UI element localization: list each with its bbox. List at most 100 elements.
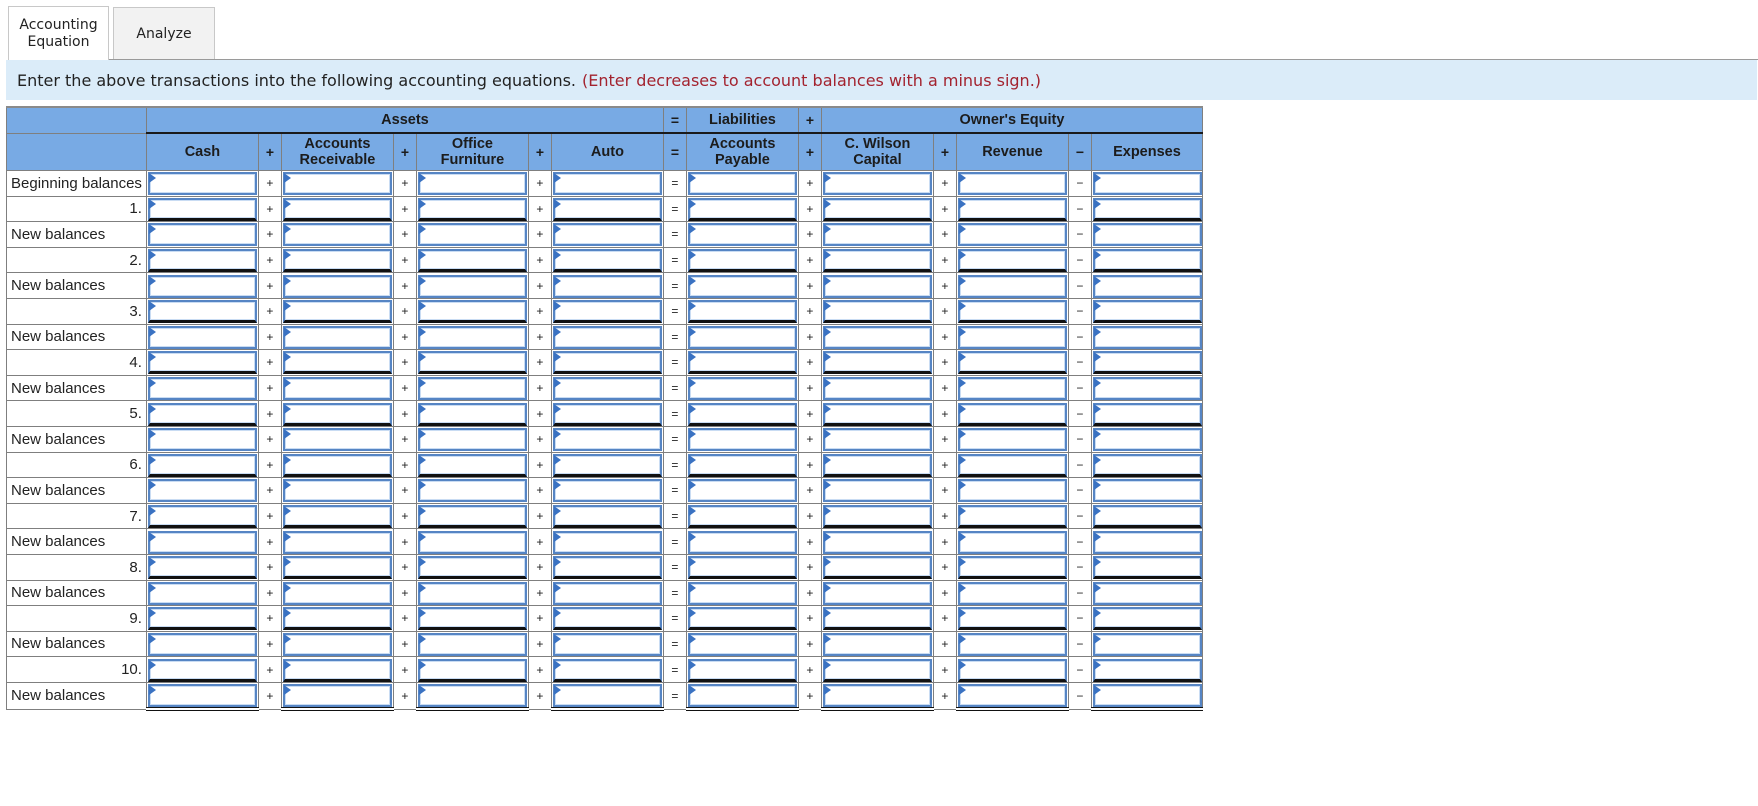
amount-field-revenue[interactable]	[957, 453, 1067, 477]
amount-field-auto[interactable]	[552, 249, 662, 273]
amount-input[interactable]	[1094, 327, 1200, 347]
amount-field-accounts-receivable[interactable]	[282, 377, 392, 401]
amount-field-office-furniture[interactable]	[417, 684, 527, 708]
amount-input[interactable]	[824, 686, 930, 706]
amount-field-cash[interactable]	[147, 658, 257, 682]
amount-field-accounts-payable[interactable]	[687, 581, 797, 605]
amount-input[interactable]	[689, 327, 795, 347]
amount-input[interactable]	[554, 327, 660, 347]
amount-field-revenue[interactable]	[957, 428, 1067, 452]
amount-input[interactable]	[554, 199, 660, 218]
amount-input[interactable]	[554, 379, 660, 399]
amount-input[interactable]	[824, 532, 930, 552]
amount-field-accounts-payable[interactable]	[687, 428, 797, 452]
amount-field-accounts-receivable[interactable]	[282, 300, 392, 324]
amount-field-auto[interactable]	[552, 684, 662, 708]
amount-input[interactable]	[1094, 455, 1200, 474]
amount-field-c-wilson-capital[interactable]	[822, 172, 932, 196]
amount-field-accounts-receivable[interactable]	[282, 274, 392, 298]
amount-field-office-furniture[interactable]	[417, 325, 527, 349]
amount-field-revenue[interactable]	[957, 581, 1067, 605]
amount-field-office-furniture[interactable]	[417, 428, 527, 452]
amount-field-cash[interactable]	[147, 402, 257, 426]
amount-input[interactable]	[689, 353, 795, 372]
amount-input[interactable]	[1094, 225, 1200, 245]
amount-field-accounts-payable[interactable]	[687, 197, 797, 221]
amount-input[interactable]	[689, 404, 795, 423]
amount-input[interactable]	[959, 379, 1065, 399]
amount-input[interactable]	[149, 174, 255, 194]
amount-field-accounts-receivable[interactable]	[282, 658, 392, 682]
amount-field-c-wilson-capital[interactable]	[822, 197, 932, 221]
amount-field-expenses[interactable]	[1092, 300, 1202, 324]
amount-field-accounts-receivable[interactable]	[282, 325, 392, 349]
amount-input[interactable]	[824, 609, 930, 628]
amount-input[interactable]	[419, 686, 525, 706]
amount-input[interactable]	[419, 532, 525, 552]
amount-field-c-wilson-capital[interactable]	[822, 428, 932, 452]
amount-input[interactable]	[824, 430, 930, 450]
amount-input[interactable]	[284, 404, 390, 423]
amount-field-office-furniture[interactable]	[417, 632, 527, 656]
amount-field-cash[interactable]	[147, 479, 257, 503]
amount-field-office-furniture[interactable]	[417, 172, 527, 196]
amount-input[interactable]	[419, 353, 525, 372]
amount-field-accounts-payable[interactable]	[687, 274, 797, 298]
amount-input[interactable]	[824, 199, 930, 218]
amount-field-expenses[interactable]	[1092, 658, 1202, 682]
amount-input[interactable]	[824, 455, 930, 474]
amount-input[interactable]	[419, 251, 525, 270]
amount-input[interactable]	[149, 686, 255, 706]
amount-field-accounts-receivable[interactable]	[282, 505, 392, 529]
amount-field-office-furniture[interactable]	[417, 556, 527, 580]
amount-input[interactable]	[554, 353, 660, 372]
amount-input[interactable]	[959, 507, 1065, 526]
amount-input[interactable]	[1094, 430, 1200, 450]
amount-field-cash[interactable]	[147, 223, 257, 247]
amount-field-cash[interactable]	[147, 530, 257, 554]
amount-input[interactable]	[554, 609, 660, 628]
amount-field-accounts-payable[interactable]	[687, 453, 797, 477]
amount-input[interactable]	[959, 276, 1065, 296]
amount-input[interactable]	[1094, 634, 1200, 654]
amount-input[interactable]	[419, 507, 525, 526]
amount-input[interactable]	[689, 660, 795, 679]
amount-input[interactable]	[959, 558, 1065, 577]
amount-field-expenses[interactable]	[1092, 607, 1202, 631]
amount-field-expenses[interactable]	[1092, 556, 1202, 580]
amount-field-accounts-payable[interactable]	[687, 402, 797, 426]
amount-input[interactable]	[419, 302, 525, 321]
amount-input[interactable]	[959, 583, 1065, 603]
amount-input[interactable]	[689, 455, 795, 474]
amount-field-c-wilson-capital[interactable]	[822, 453, 932, 477]
amount-input[interactable]	[419, 379, 525, 399]
amount-field-office-furniture[interactable]	[417, 402, 527, 426]
amount-field-accounts-receivable[interactable]	[282, 197, 392, 221]
amount-input[interactable]	[1094, 609, 1200, 628]
amount-field-auto[interactable]	[552, 197, 662, 221]
amount-input[interactable]	[554, 225, 660, 245]
amount-input[interactable]	[824, 225, 930, 245]
amount-field-c-wilson-capital[interactable]	[822, 325, 932, 349]
amount-field-cash[interactable]	[147, 197, 257, 221]
amount-input[interactable]	[1094, 302, 1200, 321]
amount-input[interactable]	[1094, 199, 1200, 218]
amount-field-c-wilson-capital[interactable]	[822, 607, 932, 631]
amount-field-office-furniture[interactable]	[417, 479, 527, 503]
amount-input[interactable]	[149, 532, 255, 552]
amount-field-auto[interactable]	[552, 402, 662, 426]
amount-field-accounts-receivable[interactable]	[282, 351, 392, 375]
amount-input[interactable]	[284, 225, 390, 245]
amount-input[interactable]	[824, 379, 930, 399]
amount-input[interactable]	[689, 276, 795, 296]
amount-input[interactable]	[554, 404, 660, 423]
amount-input[interactable]	[1094, 379, 1200, 399]
amount-input[interactable]	[419, 430, 525, 450]
amount-field-auto[interactable]	[552, 581, 662, 605]
amount-field-accounts-payable[interactable]	[687, 249, 797, 273]
amount-field-expenses[interactable]	[1092, 351, 1202, 375]
amount-input[interactable]	[149, 455, 255, 474]
amount-field-revenue[interactable]	[957, 556, 1067, 580]
amount-input[interactable]	[1094, 583, 1200, 603]
amount-input[interactable]	[824, 634, 930, 654]
